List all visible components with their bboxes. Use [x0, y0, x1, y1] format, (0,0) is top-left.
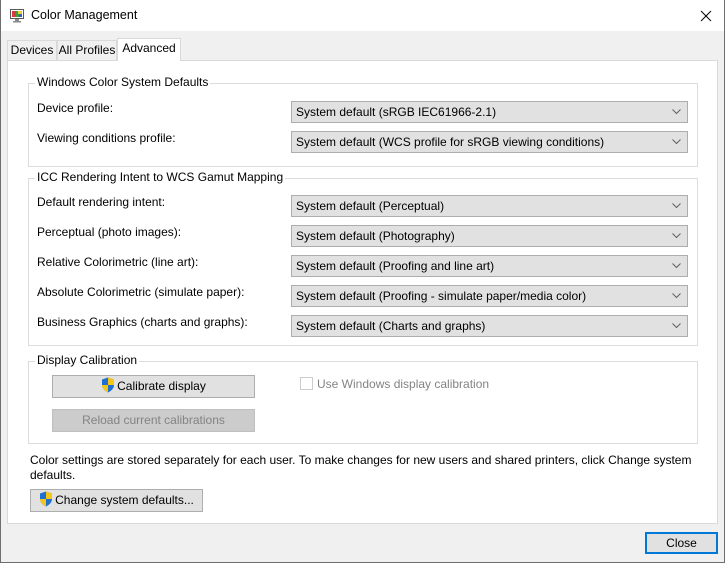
chevron-down-icon	[672, 109, 681, 115]
uac-shield-icon	[40, 491, 53, 507]
calibrate-display-label: Calibrate display	[117, 379, 206, 393]
default-intent-value: System default (Perceptual)	[296, 199, 445, 213]
icc-mapping-legend: ICC Rendering Intent to WCS Gamut Mappin…	[35, 170, 286, 184]
perceptual-value: System default (Photography)	[296, 229, 455, 243]
viewing-conditions-label: Viewing conditions profile:	[37, 131, 176, 145]
chevron-down-icon	[672, 203, 681, 209]
default-intent-label: Default rendering intent:	[37, 195, 166, 209]
device-profile-label: Device profile:	[37, 101, 114, 115]
chevron-down-icon	[672, 323, 681, 329]
business-graphics-select[interactable]: System default (Charts and graphs)	[291, 315, 688, 337]
relative-colorimetric-value: System default (Proofing and line art)	[296, 259, 495, 273]
title-bar: Color Management	[1, 0, 724, 31]
display-calibration-legend: Display Calibration	[35, 353, 140, 367]
use-windows-calibration-checkbox[interactable]	[300, 377, 313, 390]
wcs-defaults-legend: Windows Color System Defaults	[35, 75, 211, 89]
absolute-colorimetric-select[interactable]: System default (Proofing - simulate pape…	[291, 285, 688, 307]
business-graphics-value: System default (Charts and graphs)	[296, 319, 486, 333]
info-text: Color settings are stored separately for…	[30, 453, 692, 482]
business-graphics-label: Business Graphics (charts and graphs):	[37, 315, 248, 329]
close-button[interactable]: Close	[645, 532, 718, 554]
absolute-colorimetric-label: Absolute Colorimetric (simulate paper):	[37, 285, 245, 299]
chevron-down-icon	[672, 233, 681, 239]
chevron-down-icon	[672, 139, 681, 145]
perceptual-select[interactable]: System default (Photography)	[291, 225, 688, 247]
use-windows-calibration-label: Use Windows display calibration	[317, 377, 490, 391]
close-icon[interactable]	[695, 5, 717, 27]
absolute-colorimetric-value: System default (Proofing - simulate pape…	[296, 289, 587, 303]
tab-advanced[interactable]: Advanced	[117, 38, 181, 61]
relative-colorimetric-select[interactable]: System default (Proofing and line art)	[291, 255, 688, 277]
viewing-conditions-value: System default (WCS profile for sRGB vie…	[296, 135, 605, 149]
relative-colorimetric-label: Relative Colorimetric (line art):	[37, 255, 199, 269]
advanced-panel: Windows Color System Defaults Device pro…	[7, 60, 718, 524]
uac-shield-icon	[102, 377, 115, 393]
color-management-window: Color Management Devices All Profiles Ad…	[0, 0, 725, 563]
monitor-color-icon	[10, 9, 24, 23]
change-system-defaults-label: Change system defaults...	[55, 493, 194, 507]
calibrate-display-button[interactable]: Calibrate display	[52, 375, 255, 398]
default-intent-select[interactable]: System default (Perceptual)	[291, 195, 688, 217]
change-system-defaults-button[interactable]: Change system defaults...	[30, 489, 203, 512]
wcs-defaults-group: Windows Color System Defaults Device pro…	[28, 75, 698, 167]
device-profile-value: System default (sRGB IEC61966-2.1)	[296, 105, 497, 119]
perceptual-label: Perceptual (photo images):	[37, 225, 182, 239]
icc-mapping-group: ICC Rendering Intent to WCS Gamut Mappin…	[28, 170, 698, 346]
device-profile-select[interactable]: System default (sRGB IEC61966-2.1)	[291, 101, 688, 123]
chevron-down-icon	[672, 263, 681, 269]
window-title: Color Management	[31, 8, 138, 22]
use-windows-calibration-row: Use Windows display calibration	[300, 377, 489, 391]
viewing-conditions-select[interactable]: System default (WCS profile for sRGB vie…	[291, 131, 688, 153]
tab-all-profiles[interactable]: All Profiles	[57, 40, 117, 60]
display-calibration-group: Display Calibration Calibrate display Re…	[28, 353, 698, 444]
tab-devices[interactable]: Devices	[7, 40, 57, 60]
chevron-down-icon	[672, 293, 681, 299]
reload-calibrations-button[interactable]: Reload current calibrations	[52, 409, 255, 432]
